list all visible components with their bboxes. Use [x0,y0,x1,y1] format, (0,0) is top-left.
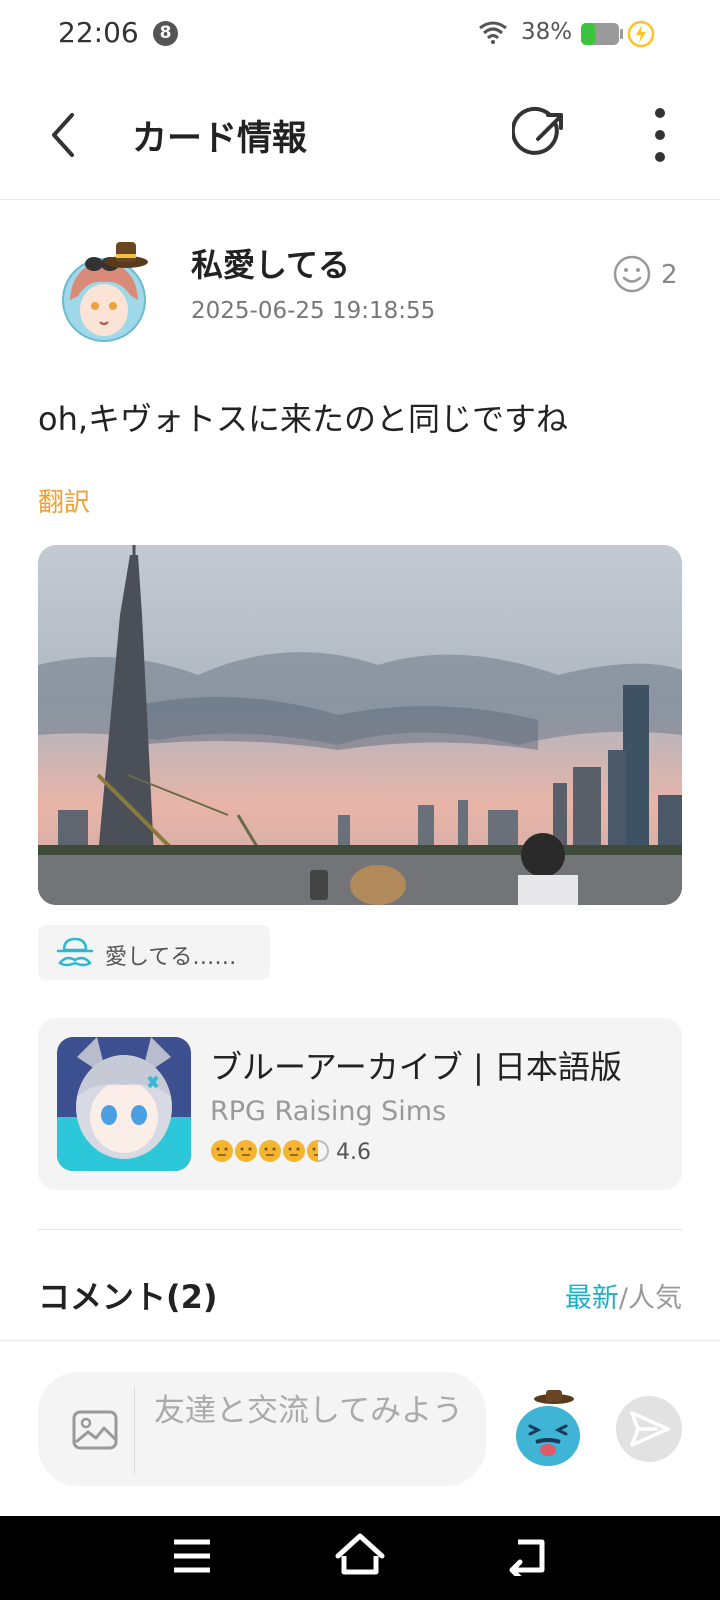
post-timestamp: 2025-06-25 19:18:55 [191,298,436,324]
status-time: 22:06 [58,16,139,49]
notification-badge: 8 [153,21,178,46]
tag-chip[interactable]: 愛してる…… [38,925,270,980]
sort-popular-tab[interactable]: 人気 [628,1283,682,1314]
battery-icon [581,23,623,45]
composer-divider [0,1340,720,1341]
send-icon [630,1411,670,1447]
page-title: カード情報 [132,119,308,159]
sort-separator: / [618,1283,628,1314]
battery-percent: 38% [521,19,573,45]
emoji-button[interactable] [512,1390,588,1470]
face-rating-icon [211,1140,329,1162]
mustache-hat-icon [56,937,94,967]
comment-sort-switch: 最新/人気 [565,1276,682,1315]
wifi-icon [479,21,507,44]
comment-input[interactable]: 友達と交流してみよう [154,1388,464,1434]
app-header: カード情報 [0,70,720,200]
author-name[interactable]: 私愛してる [191,240,350,286]
home-icon[interactable] [334,1532,386,1576]
sort-newest-tab[interactable]: 最新 [565,1283,619,1314]
more-vertical-icon [655,108,665,162]
image-picker-button[interactable] [72,1410,118,1450]
system-nav-bar [0,1516,720,1600]
comments-title: コメント(2) [38,1278,218,1316]
back-icon[interactable] [506,1536,550,1576]
back-button[interactable] [40,105,90,165]
share-button[interactable] [510,105,572,165]
game-title: ブルーアーカイブ | 日本語版 [210,1048,622,1086]
send-button[interactable] [616,1396,682,1462]
menu-icon[interactable] [172,1538,212,1574]
composer-separator [134,1386,135,1474]
avatar[interactable] [60,240,156,350]
comment-composer[interactable]: 友達と交流してみよう [38,1372,486,1486]
reaction-button[interactable]: 2 [612,254,682,298]
post-image[interactable] [38,545,682,905]
smile-icon [613,255,651,293]
mascot-emoji-icon [516,1390,580,1466]
charging-icon [627,20,655,48]
more-button[interactable] [640,105,680,165]
rating-value: 4.6 [336,1140,371,1165]
game-icon [57,1037,191,1171]
chevron-left-icon [52,113,74,157]
post-text: oh,キヴォトスに来たのと同じですね [38,400,569,438]
tag-label: 愛してる…… [105,945,237,970]
image-icon [72,1410,118,1450]
game-card[interactable]: ブルーアーカイブ | 日本語版 RPG Raising Sims 4.6 [38,1018,682,1190]
section-divider [38,1229,682,1230]
status-bar: 22:06 8 38% [0,0,720,70]
game-genre: RPG Raising Sims [210,1096,447,1127]
reaction-count: 2 [661,260,678,290]
share-icon [510,106,563,155]
translate-link[interactable]: 翻訳 [38,482,90,519]
